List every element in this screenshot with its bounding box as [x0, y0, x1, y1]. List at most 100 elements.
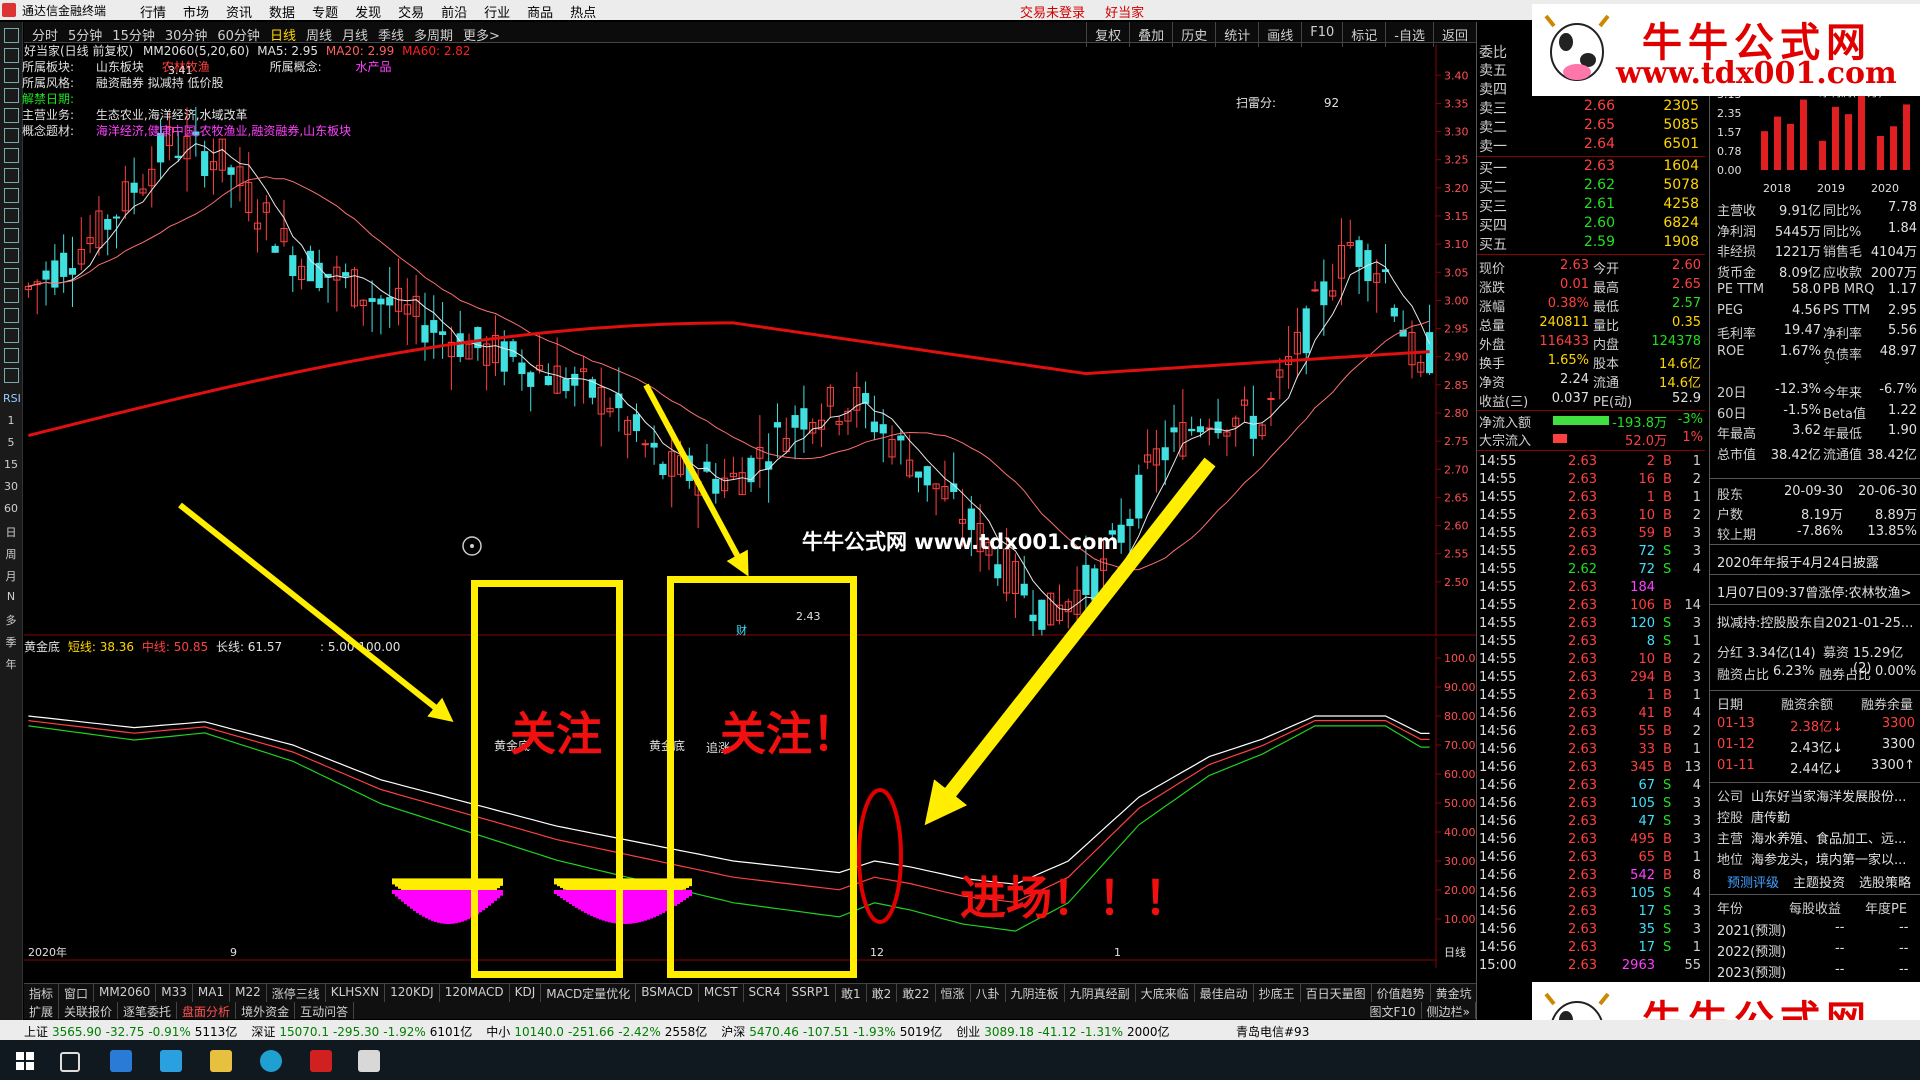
strip-label[interactable]: 年: [3, 656, 19, 672]
strip-label[interactable]: 60: [3, 502, 19, 515]
indicator-tab[interactable]: 百日天量图: [1301, 984, 1372, 1002]
bid-row[interactable]: 买二 2.62 5078: [1477, 177, 1705, 196]
company-row[interactable]: 公司 山东好当家海洋发展股份...: [1715, 786, 1920, 806]
kline-chart[interactable]: 3.40 3.35 3.30 3.25 3.20 3.15 3.10 3.05 3.00 2.95…: [22, 44, 1476, 637]
sub-tab[interactable]: 逐笔委托: [118, 1002, 178, 1019]
bid-row[interactable]: 买四 2.60 6824: [1477, 215, 1705, 234]
strip-label[interactable]: 日: [3, 524, 19, 540]
indicator-tab[interactable]: 九阴真经副: [1065, 984, 1136, 1002]
menu-item[interactable]: 交易: [398, 2, 424, 21]
indicator-tab[interactable]: KLHSXN: [326, 984, 386, 1002]
tool-icon[interactable]: [4, 348, 19, 363]
bid-row[interactable]: 买一 2.63 1604: [1477, 158, 1705, 177]
indicator-tab[interactable]: SCR4: [744, 984, 787, 1002]
tool-icon[interactable]: [4, 28, 19, 43]
indicator-tab[interactable]: 最佳启动: [1195, 984, 1254, 1002]
menu-item[interactable]: 商品: [527, 2, 553, 21]
indicator-tab[interactable]: 大底来临: [1136, 984, 1195, 1002]
index-quote[interactable]: 上证 3565.90 -32.75 -0.91% 5113亿: [24, 1023, 237, 1040]
company-row[interactable]: 控股 唐传勤: [1715, 807, 1920, 827]
company-row[interactable]: 主营 海水养殖、食品加工、远...: [1715, 828, 1920, 848]
indicator-tab[interactable]: 120MACD: [440, 984, 510, 1002]
ask-row[interactable]: 卖三 2.66 2305: [1477, 98, 1705, 117]
news-note[interactable]: 拟减持:控股股东自2021-01-25...: [1717, 612, 1920, 631]
tool-icon[interactable]: [4, 208, 19, 223]
menu-item[interactable]: 行业: [484, 2, 510, 21]
menu-item[interactable]: 发现: [355, 2, 381, 21]
menu-item[interactable]: 热点: [570, 2, 596, 21]
tool-icon[interactable]: [4, 308, 19, 323]
menu-item[interactable]: 资讯: [226, 2, 252, 21]
strip-label[interactable]: 季: [3, 634, 19, 650]
strip-label[interactable]: N: [3, 590, 19, 603]
indicator-tab[interactable]: 敢22: [897, 984, 936, 1002]
tool-icon[interactable]: [4, 168, 19, 183]
indicator-tab[interactable]: 涨停三线: [267, 984, 326, 1002]
indicator-name[interactable]: 黄金底: [24, 640, 60, 654]
strip-label[interactable]: 1: [3, 414, 19, 427]
indicator-tab[interactable]: M33: [156, 984, 193, 1002]
panel-tab[interactable]: 侧边栏»: [1422, 1002, 1476, 1019]
sub-tab[interactable]: 关联报价: [59, 1002, 119, 1019]
index-quote[interactable]: 中小 10140.0 -251.66 -2.42% 2558亿: [486, 1023, 707, 1040]
ask-row[interactable]: 卖一 2.64 6501: [1477, 136, 1705, 155]
tool-icon[interactable]: [4, 188, 19, 203]
strip-label[interactable]: 5: [3, 436, 19, 449]
news-note[interactable]: 1月07日09:37曾涨停:农林牧渔>: [1717, 582, 1920, 601]
indicator-tab[interactable]: SSRP1: [787, 984, 836, 1002]
indicator-tab[interactable]: M22: [230, 984, 267, 1002]
strip-label[interactable]: 30: [3, 480, 19, 493]
indicator-tab[interactable]: 120KDJ: [385, 984, 440, 1002]
sub-tab[interactable]: 扩展: [24, 1002, 60, 1019]
indicator-tab[interactable]: MM2060: [94, 984, 157, 1002]
index-quote[interactable]: 沪深 5470.46 -107.51 -1.93% 5019亿: [721, 1023, 942, 1040]
tool-icon[interactable]: [4, 288, 19, 303]
menu-item[interactable]: 前沿: [441, 2, 467, 21]
indicator-tab[interactable]: 价值趋势: [1372, 984, 1431, 1002]
ask-row[interactable]: 卖二 2.65 5085: [1477, 117, 1705, 136]
expand-chevron-icon[interactable]: ⌄: [1823, 356, 1831, 367]
bid-row[interactable]: 买三 2.61 4258: [1477, 196, 1705, 215]
indicator-tab[interactable]: KDJ: [510, 984, 542, 1002]
indicator-tab[interactable]: MCST: [699, 984, 744, 1002]
indicator-tab[interactable]: 八卦: [971, 984, 1006, 1002]
indicator-tab[interactable]: 指标: [24, 984, 60, 1002]
menu-item[interactable]: 市场: [183, 2, 209, 21]
strip-label[interactable]: 多: [3, 612, 19, 628]
index-quote[interactable]: 深证 15070.1 -295.30 -1.92% 6101亿: [251, 1023, 472, 1040]
tool-icon[interactable]: [4, 368, 19, 383]
tool-icon[interactable]: [4, 228, 19, 243]
tdx-app-icon[interactable]: [358, 1050, 380, 1072]
windows-start-icon[interactable]: [14, 1050, 36, 1072]
tool-icon[interactable]: [4, 68, 19, 83]
ma-indicator-label[interactable]: MM2060(5,20,60): [143, 44, 249, 58]
company-row[interactable]: 地位 海参龙头，境内第一家以...: [1715, 849, 1920, 869]
tool-icon[interactable]: [4, 48, 19, 63]
indicator-tab[interactable]: MACD定量优化: [541, 984, 637, 1002]
forecast-tab[interactable]: 预测评级: [1727, 872, 1779, 891]
indicator-tab[interactable]: 抄底王: [1254, 984, 1301, 1002]
tool-icon[interactable]: [4, 88, 19, 103]
indicator-tab[interactable]: 九阴连板: [1006, 984, 1065, 1002]
tool-icon[interactable]: [4, 328, 19, 343]
forecast-tab[interactable]: 选股策略: [1859, 872, 1911, 891]
indicator-tab[interactable]: MA1: [193, 984, 231, 1002]
indicator-tab[interactable]: 窗口: [59, 984, 95, 1002]
task-view-icon[interactable]: [60, 1052, 80, 1072]
index-quote[interactable]: 创业 3089.18 -41.12 -1.31% 2000亿: [956, 1023, 1169, 1040]
trade-login-link[interactable]: 交易未登录: [1020, 6, 1085, 21]
news-note[interactable]: 2020年年报于4月24日披露: [1717, 552, 1920, 571]
indicator-tab[interactable]: 敢1: [836, 984, 867, 1002]
tool-icon[interactable]: [4, 128, 19, 143]
strip-label[interactable]: 月: [3, 568, 19, 584]
menu-item[interactable]: 数据: [269, 2, 295, 21]
folder-icon[interactable]: [210, 1050, 232, 1072]
indicator-tab[interactable]: BSMACD: [636, 984, 699, 1002]
bid-row[interactable]: 买五 2.59 1908: [1477, 234, 1705, 253]
strip-label[interactable]: 15: [3, 458, 19, 471]
sub-tab[interactable]: 盘面分析: [177, 1002, 237, 1019]
tool-icon[interactable]: [4, 248, 19, 263]
sub-tab[interactable]: 互动问答: [295, 1002, 355, 1019]
indicator-tab[interactable]: 恒涨: [936, 984, 971, 1002]
panel-tab[interactable]: 图文F10: [1364, 1002, 1422, 1019]
